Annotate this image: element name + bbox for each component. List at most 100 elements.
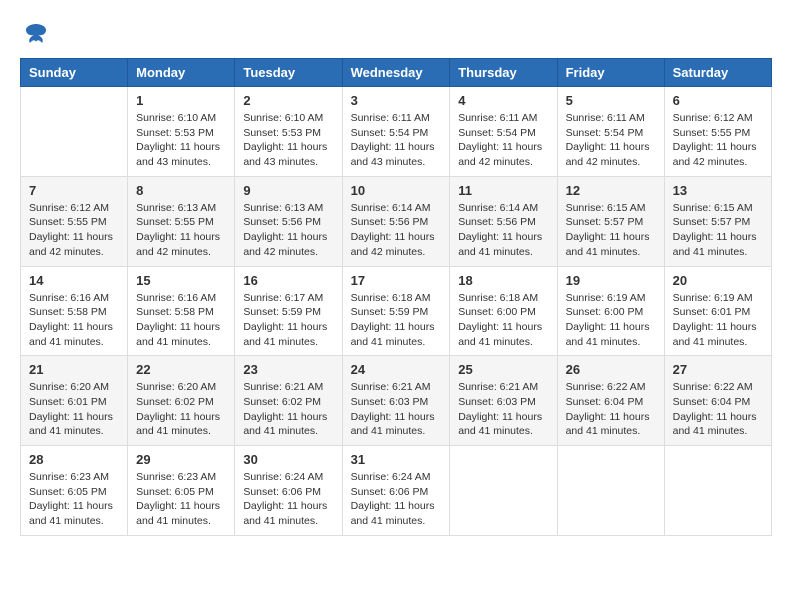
- day-number: 17: [351, 273, 442, 288]
- calendar-cell: 13 Sunrise: 6:15 AM Sunset: 5:57 PM Dayli…: [664, 176, 771, 266]
- calendar-cell: 7 Sunrise: 6:12 AM Sunset: 5:55 PM Daylig…: [21, 176, 128, 266]
- calendar-cell: [557, 446, 664, 536]
- day-info: Sunrise: 6:14 AM Sunset: 5:56 PM Dayligh…: [458, 201, 548, 260]
- calendar-cell: 19 Sunrise: 6:19 AM Sunset: 6:00 PM Dayli…: [557, 266, 664, 356]
- calendar-cell: 29 Sunrise: 6:23 AM Sunset: 6:05 PM Dayli…: [128, 446, 235, 536]
- calendar-cell: 6Sunrise: 6:12 AM Sunset: 5:55 PM Daylig…: [664, 87, 771, 177]
- day-number: 7: [29, 183, 119, 198]
- calendar-cell: 18 Sunrise: 6:18 AM Sunset: 6:00 PM Dayli…: [450, 266, 557, 356]
- day-info: Sunrise: 6:16 AM Sunset: 5:58 PM Dayligh…: [136, 291, 226, 350]
- day-info: Sunrise: 6:13 AM Sunset: 5:55 PM Dayligh…: [136, 201, 226, 260]
- calendar-cell: 14 Sunrise: 6:16 AM Sunset: 5:58 PM Dayli…: [21, 266, 128, 356]
- day-number: 10: [351, 183, 442, 198]
- day-number: 1: [136, 93, 226, 108]
- day-info: Sunrise: 6:12 AM Sunset: 5:55 PM Dayligh…: [29, 201, 119, 260]
- calendar-cell: 1 Sunrise: 6:10 AM Sunset: 5:53 PM Daylig…: [128, 87, 235, 177]
- calendar-cell: 8 Sunrise: 6:13 AM Sunset: 5:55 PM Daylig…: [128, 176, 235, 266]
- logo-bird-icon: [22, 20, 50, 54]
- day-info: Sunrise: 6:13 AM Sunset: 5:56 PM Dayligh…: [243, 201, 333, 260]
- calendar-cell: 28 Sunrise: 6:23 AM Sunset: 6:05 PM Dayli…: [21, 446, 128, 536]
- day-info: Sunrise: 6:19 AM Sunset: 6:00 PM Dayligh…: [566, 291, 656, 350]
- day-number: 4: [458, 93, 548, 108]
- day-number: 26: [566, 362, 656, 377]
- day-info: Sunrise: 6:22 AM Sunset: 6:04 PM Dayligh…: [566, 380, 656, 439]
- day-info: Sunrise: 6:10 AM Sunset: 5:53 PM Dayligh…: [136, 111, 226, 170]
- calendar-cell: 10 Sunrise: 6:14 AM Sunset: 5:56 PM Dayli…: [342, 176, 450, 266]
- day-number: 27: [673, 362, 763, 377]
- calendar-cell: 24 Sunrise: 6:21 AM Sunset: 6:03 PM Dayli…: [342, 356, 450, 446]
- day-info: Sunrise: 6:15 AM Sunset: 5:57 PM Dayligh…: [566, 201, 656, 260]
- day-number: 14: [29, 273, 119, 288]
- day-number: 24: [351, 362, 442, 377]
- weekday-header-wednesday: Wednesday: [342, 59, 450, 87]
- calendar-week-row: 7 Sunrise: 6:12 AM Sunset: 5:55 PM Daylig…: [21, 176, 772, 266]
- day-info: Sunrise: 6:11 AM Sunset: 5:54 PM Dayligh…: [566, 111, 656, 170]
- day-info: Sunrise: 6:11 AM Sunset: 5:54 PM Dayligh…: [351, 111, 442, 170]
- day-number: 13: [673, 183, 763, 198]
- page-header: [20, 20, 772, 48]
- day-number: 18: [458, 273, 548, 288]
- day-number: 23: [243, 362, 333, 377]
- calendar-cell: 5 Sunrise: 6:11 AM Sunset: 5:54 PM Daylig…: [557, 87, 664, 177]
- day-number: 29: [136, 452, 226, 467]
- calendar-cell: 21 Sunrise: 6:20 AM Sunset: 6:01 PM Dayli…: [21, 356, 128, 446]
- calendar-week-row: 28 Sunrise: 6:23 AM Sunset: 6:05 PM Dayli…: [21, 446, 772, 536]
- day-number: 28: [29, 452, 119, 467]
- day-info: Sunrise: 6:23 AM Sunset: 6:05 PM Dayligh…: [136, 470, 226, 529]
- calendar-cell: 2 Sunrise: 6:10 AM Sunset: 5:53 PM Daylig…: [235, 87, 342, 177]
- day-number: 25: [458, 362, 548, 377]
- day-number: 31: [351, 452, 442, 467]
- calendar-cell: 16Sunrise: 6:17 AM Sunset: 5:59 PM Dayli…: [235, 266, 342, 356]
- day-number: 30: [243, 452, 333, 467]
- calendar-table: SundayMondayTuesdayWednesdayThursdayFrid…: [20, 58, 772, 536]
- calendar-cell: 9 Sunrise: 6:13 AM Sunset: 5:56 PM Daylig…: [235, 176, 342, 266]
- day-info: Sunrise: 6:21 AM Sunset: 6:02 PM Dayligh…: [243, 380, 333, 439]
- calendar-body: 1 Sunrise: 6:10 AM Sunset: 5:53 PM Daylig…: [21, 87, 772, 536]
- day-number: 19: [566, 273, 656, 288]
- day-number: 11: [458, 183, 548, 198]
- day-info: Sunrise: 6:20 AM Sunset: 6:01 PM Dayligh…: [29, 380, 119, 439]
- calendar-cell: 12Sunrise: 6:15 AM Sunset: 5:57 PM Dayli…: [557, 176, 664, 266]
- calendar-week-row: 1 Sunrise: 6:10 AM Sunset: 5:53 PM Daylig…: [21, 87, 772, 177]
- calendar-cell: 25 Sunrise: 6:21 AM Sunset: 6:03 PM Dayli…: [450, 356, 557, 446]
- calendar-cell: 26 Sunrise: 6:22 AM Sunset: 6:04 PM Dayli…: [557, 356, 664, 446]
- day-info: Sunrise: 6:14 AM Sunset: 5:56 PM Dayligh…: [351, 201, 442, 260]
- calendar-cell: 11 Sunrise: 6:14 AM Sunset: 5:56 PM Dayli…: [450, 176, 557, 266]
- day-number: 8: [136, 183, 226, 198]
- day-number: 21: [29, 362, 119, 377]
- day-info: Sunrise: 6:24 AM Sunset: 6:06 PM Dayligh…: [243, 470, 333, 529]
- day-number: 5: [566, 93, 656, 108]
- day-info: Sunrise: 6:17 AM Sunset: 5:59 PM Dayligh…: [243, 291, 333, 350]
- calendar-week-row: 14 Sunrise: 6:16 AM Sunset: 5:58 PM Dayli…: [21, 266, 772, 356]
- calendar-cell: 17Sunrise: 6:18 AM Sunset: 5:59 PM Dayli…: [342, 266, 450, 356]
- day-info: Sunrise: 6:21 AM Sunset: 6:03 PM Dayligh…: [458, 380, 548, 439]
- calendar-cell: 23 Sunrise: 6:21 AM Sunset: 6:02 PM Dayli…: [235, 356, 342, 446]
- weekday-header-sunday: Sunday: [21, 59, 128, 87]
- calendar-cell: 31 Sunrise: 6:24 AM Sunset: 6:06 PM Dayli…: [342, 446, 450, 536]
- weekday-header-monday: Monday: [128, 59, 235, 87]
- day-number: 9: [243, 183, 333, 198]
- calendar-cell: [21, 87, 128, 177]
- day-number: 22: [136, 362, 226, 377]
- day-info: Sunrise: 6:15 AM Sunset: 5:57 PM Dayligh…: [673, 201, 763, 260]
- day-number: 20: [673, 273, 763, 288]
- day-number: 15: [136, 273, 226, 288]
- calendar-cell: 3Sunrise: 6:11 AM Sunset: 5:54 PM Daylig…: [342, 87, 450, 177]
- day-number: 6: [673, 93, 763, 108]
- day-info: Sunrise: 6:16 AM Sunset: 5:58 PM Dayligh…: [29, 291, 119, 350]
- day-info: Sunrise: 6:20 AM Sunset: 6:02 PM Dayligh…: [136, 380, 226, 439]
- calendar-cell: 22 Sunrise: 6:20 AM Sunset: 6:02 PM Dayli…: [128, 356, 235, 446]
- day-info: Sunrise: 6:21 AM Sunset: 6:03 PM Dayligh…: [351, 380, 442, 439]
- day-info: Sunrise: 6:24 AM Sunset: 6:06 PM Dayligh…: [351, 470, 442, 529]
- day-info: Sunrise: 6:22 AM Sunset: 6:04 PM Dayligh…: [673, 380, 763, 439]
- logo: [20, 20, 50, 48]
- day-info: Sunrise: 6:18 AM Sunset: 6:00 PM Dayligh…: [458, 291, 548, 350]
- calendar-week-row: 21 Sunrise: 6:20 AM Sunset: 6:01 PM Dayli…: [21, 356, 772, 446]
- day-info: Sunrise: 6:10 AM Sunset: 5:53 PM Dayligh…: [243, 111, 333, 170]
- calendar-cell: 15 Sunrise: 6:16 AM Sunset: 5:58 PM Dayli…: [128, 266, 235, 356]
- calendar-cell: [450, 446, 557, 536]
- weekday-header-tuesday: Tuesday: [235, 59, 342, 87]
- day-info: Sunrise: 6:23 AM Sunset: 6:05 PM Dayligh…: [29, 470, 119, 529]
- day-number: 2: [243, 93, 333, 108]
- weekday-header-friday: Friday: [557, 59, 664, 87]
